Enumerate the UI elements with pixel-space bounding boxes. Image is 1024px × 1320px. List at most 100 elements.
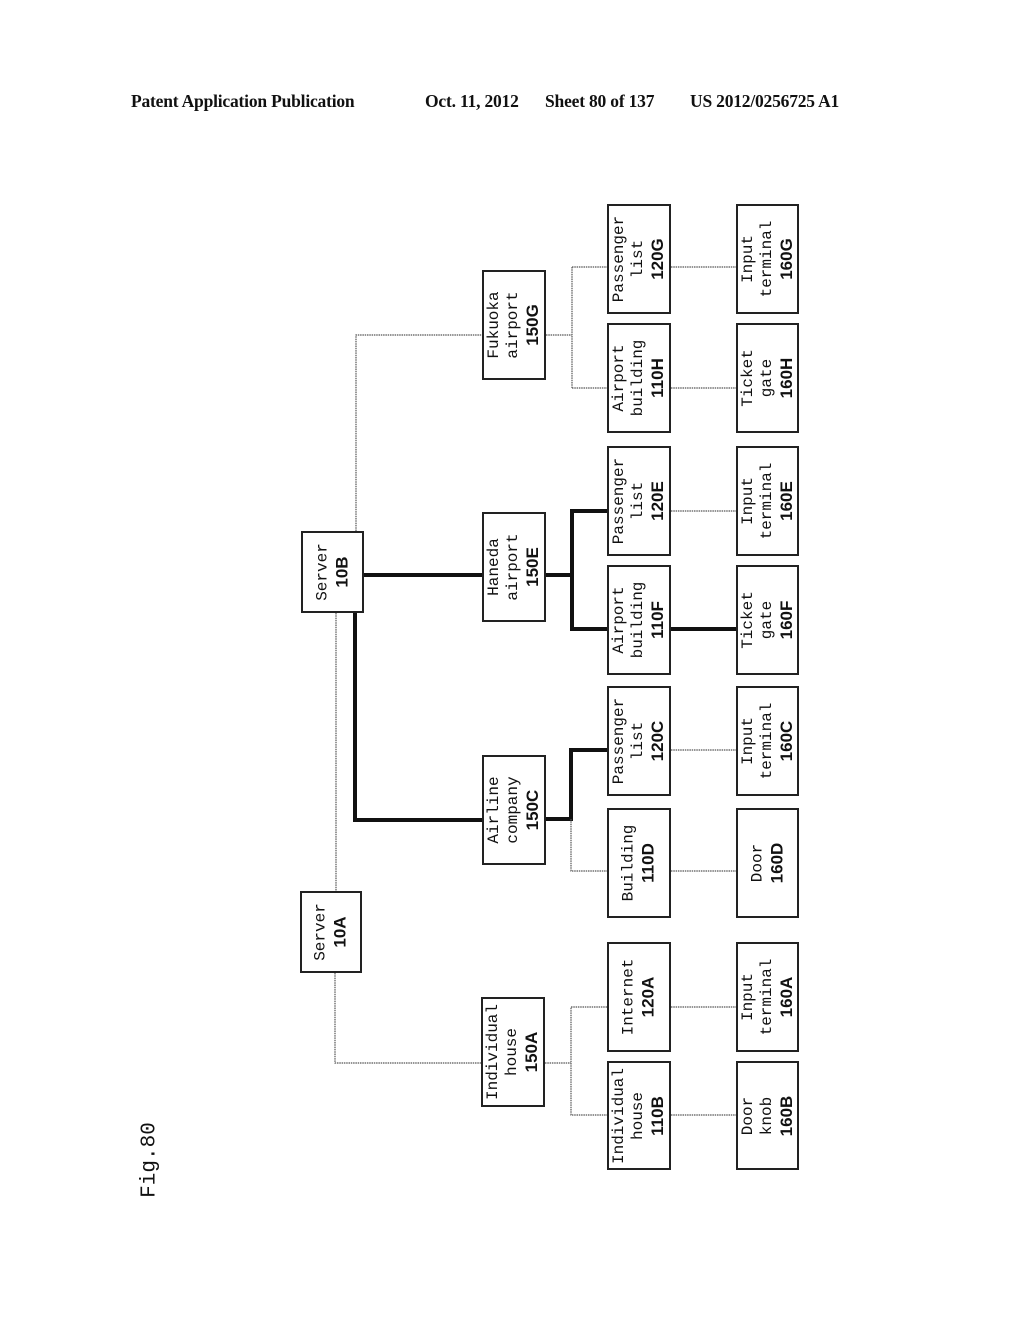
node-server-10b: Server 10B <box>301 531 364 613</box>
node-label: Airport building 110F <box>610 582 668 659</box>
node-reference-code: 150G <box>523 304 542 346</box>
connector-house-split <box>570 1006 607 1116</box>
node-label: Server 10B <box>313 543 352 601</box>
node-label-line: house <box>629 1091 647 1140</box>
connector-server10a-house <box>334 973 481 1064</box>
node-label: Internet 120A <box>620 959 659 1036</box>
node-airline-company-150c: Airline company 150C <box>482 755 546 865</box>
node-individual-house-110b: Individual house 110B <box>607 1061 671 1170</box>
node-label-line: Passenger <box>610 215 628 303</box>
node-label-line: Input <box>738 973 757 1022</box>
node-server-10a: Server 10A <box>300 891 362 973</box>
node-individual-house-150a: Individual house 150A <box>481 997 545 1107</box>
connector-server10b-fukuoka <box>355 334 482 531</box>
node-label: Ticket gate 160H <box>739 349 797 407</box>
node-label: Individual house 150A <box>484 1004 542 1100</box>
node-reference-code: 160H <box>776 357 796 399</box>
node-label-line: Input <box>738 235 757 284</box>
node-label-line: company <box>504 776 522 844</box>
node-door-knob-160b: Door knob 160B <box>736 1061 799 1170</box>
node-label: Passenger list 120C <box>610 698 668 784</box>
node-label-line: Server <box>311 903 330 961</box>
node-label: Haneda airport 150E <box>485 533 543 600</box>
node-label-line: Ticket <box>738 591 757 649</box>
node-label: Passenger list 120E <box>610 458 668 544</box>
node-label-line: terminal <box>757 462 776 540</box>
node-reference-code: 160G <box>776 238 796 280</box>
node-label-line: Ticket <box>738 349 757 407</box>
node-label: Ticket gate 160F <box>739 591 797 649</box>
node-label-line: terminal <box>757 220 776 298</box>
node-label-line: airport <box>504 533 522 601</box>
node-label-line: Input <box>738 477 757 526</box>
node-reference-code: 150A <box>522 1031 541 1073</box>
node-label-line: Airline <box>485 776 503 844</box>
node-reference-code: 120A <box>638 976 658 1018</box>
connector-airline-bldg110d <box>570 819 607 872</box>
node-ticket-gate-160f: Ticket gate 160F <box>736 565 799 675</box>
node-reference-code: 110H <box>648 358 667 398</box>
node-reference-code: 160F <box>776 600 796 640</box>
node-reference-code: 120E <box>648 481 667 521</box>
node-haneda-airport-150e: Haneda airport 150E <box>482 512 546 622</box>
node-label: Input terminal 160C <box>739 703 797 780</box>
node-label-line: Door <box>748 843 766 883</box>
node-reference-code: 110D <box>638 843 658 883</box>
node-input-terminal-160a: Input terminal 160A <box>736 942 799 1052</box>
node-label-line: Input <box>738 717 757 766</box>
node-label-line: Individual <box>484 1003 502 1101</box>
node-label-line: Server <box>313 543 331 601</box>
node-label-line: Passenger <box>610 457 628 545</box>
node-label-line: gate <box>757 358 776 398</box>
node-label: Individual house 110B <box>610 1067 668 1163</box>
node-label-line: list <box>629 721 647 761</box>
node-label: Airport building 110H <box>610 340 668 417</box>
node-label-line: knob <box>757 1096 776 1135</box>
node-reference-code: 110B <box>648 1095 667 1136</box>
node-reference-code: 10A <box>330 916 350 948</box>
node-label-line: Haneda <box>485 538 503 596</box>
node-label-line: Fukuoka <box>485 291 503 359</box>
node-label: Fukuoka airport 150G <box>485 291 543 358</box>
node-label-line: Passenger <box>610 697 628 785</box>
node-label-line: airport <box>504 291 522 359</box>
node-reference-code: 110F <box>648 601 667 639</box>
node-label: Door 160D <box>748 843 787 884</box>
node-label-line: list <box>629 239 647 279</box>
connector-layer <box>334 266 736 1116</box>
node-label-line: building <box>629 339 647 417</box>
node-passenger-list-120e: Passenger list 120E <box>607 446 671 556</box>
node-label-line: terminal <box>757 702 776 780</box>
node-passenger-list-120c: Passenger list 120C <box>607 686 671 796</box>
node-ticket-gate-160h: Ticket gate 160H <box>736 323 799 433</box>
node-label-line: list <box>629 481 647 521</box>
node-reference-code: 160C <box>776 720 796 762</box>
node-reference-code: 150E <box>523 547 542 587</box>
connector-airline-plist120c <box>546 748 607 821</box>
node-label: Door knob 160B <box>739 1095 797 1136</box>
node-building-110d: Building 110D <box>607 808 671 918</box>
node-door-160d: Door 160D <box>736 808 799 918</box>
node-label-line: Building <box>619 824 638 902</box>
node-label-line: house <box>503 1027 521 1077</box>
node-label-line: Internet <box>619 958 638 1036</box>
node-label: Airline company 150C <box>485 776 543 843</box>
node-label-line: terminal <box>757 958 776 1036</box>
node-label-line: Airport <box>610 586 628 654</box>
node-label: Input terminal 160G <box>739 221 797 298</box>
node-airport-building-110h: Airport building 110H <box>607 323 671 433</box>
node-label: Input terminal 160E <box>739 463 797 540</box>
node-reference-code: 160A <box>776 976 796 1018</box>
node-label-line: Individual <box>610 1067 628 1164</box>
node-label-line: Door <box>738 1096 757 1135</box>
node-passenger-list-120g: Passenger list 120G <box>607 204 671 314</box>
node-internet-120a: Internet 120A <box>607 942 671 1052</box>
node-label-line: gate <box>757 600 776 640</box>
node-input-terminal-160g: Input terminal 160G <box>736 204 799 314</box>
node-label-line: Airport <box>610 344 628 412</box>
node-airport-building-110f: Airport building 110F <box>607 565 671 675</box>
node-input-terminal-160e: Input terminal 160E <box>736 446 799 556</box>
node-reference-code: 120G <box>648 238 667 280</box>
node-label: Server 10A <box>312 903 351 961</box>
node-reference-code: 160E <box>776 481 796 521</box>
